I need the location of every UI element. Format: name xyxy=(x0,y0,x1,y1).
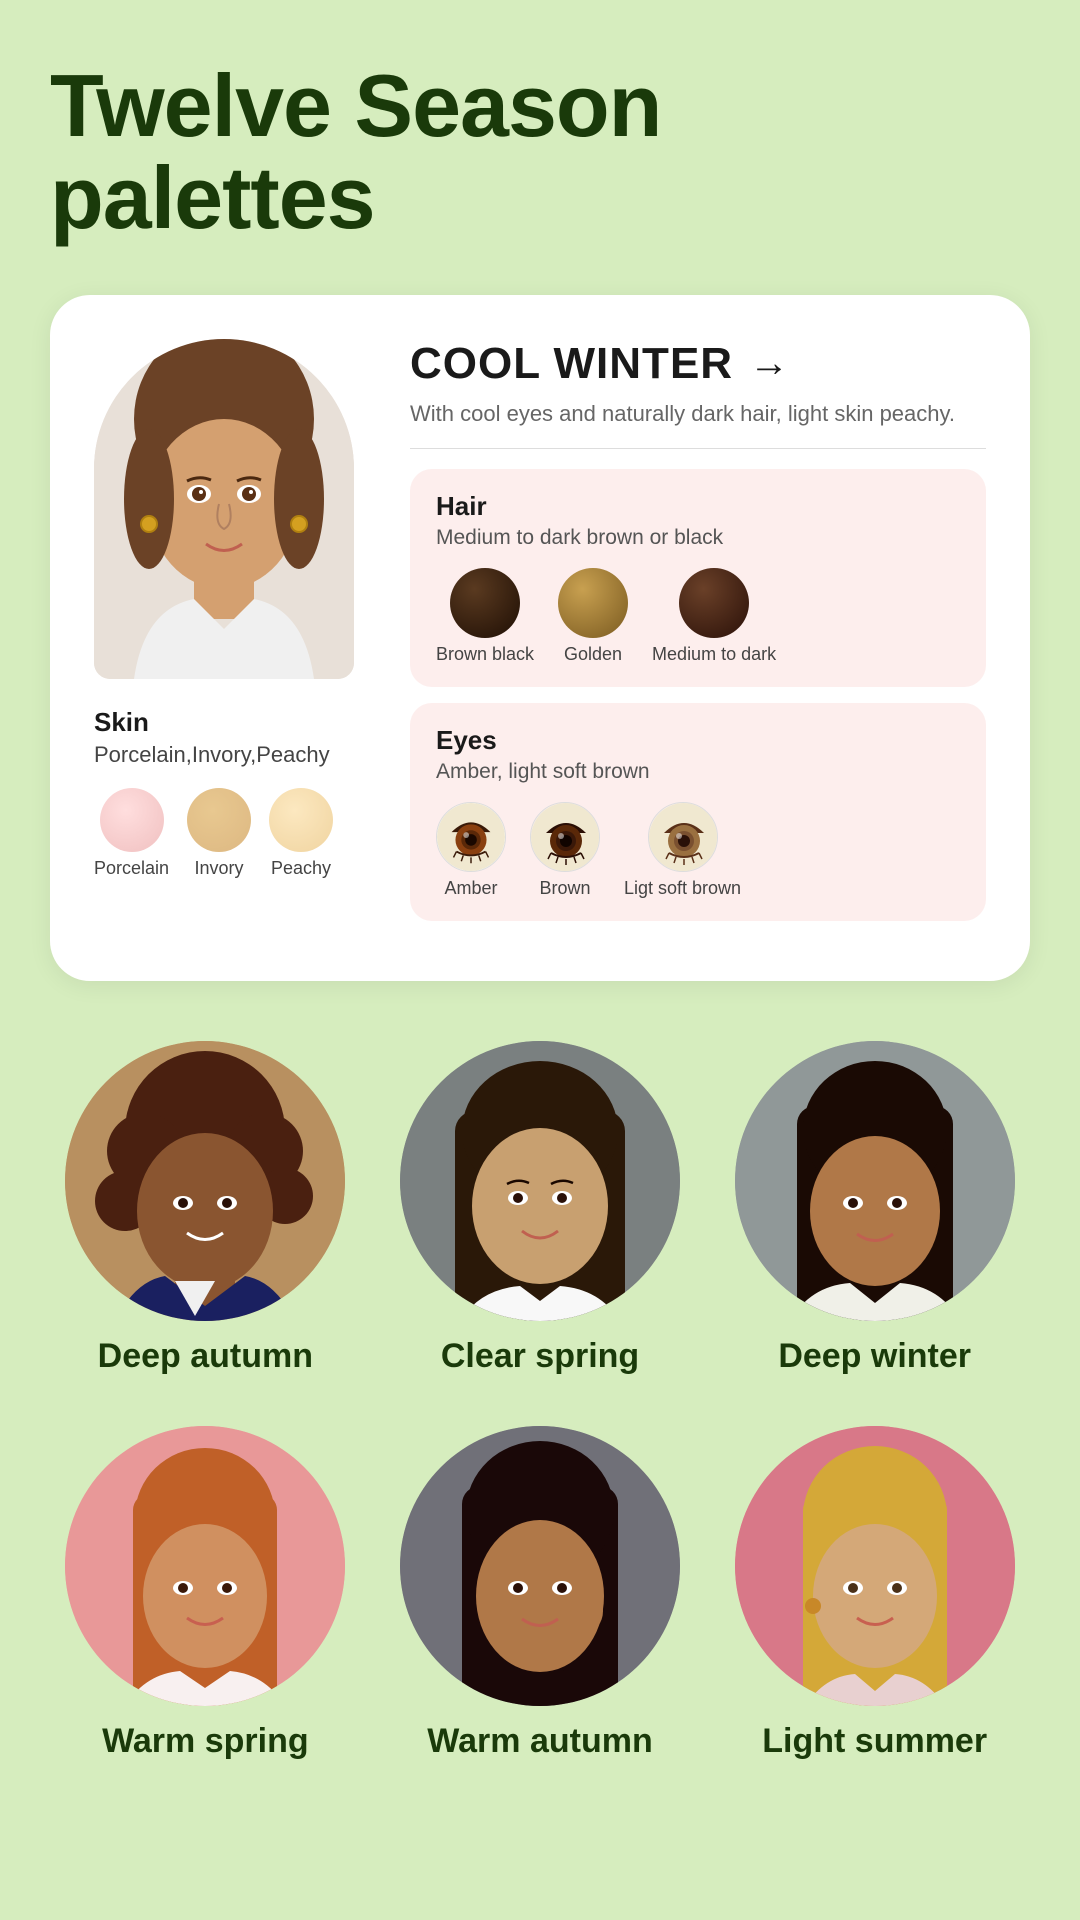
hair-swatches: Brown black Golden Medium to dark xyxy=(436,568,960,665)
person-photo xyxy=(94,339,354,679)
hair-sublabel: Medium to dark brown or black xyxy=(436,526,960,550)
hair-label: Hair xyxy=(436,491,960,522)
portrait-circle-clear-spring xyxy=(400,1041,680,1321)
divider xyxy=(410,448,986,449)
eye-name-amber: Amber xyxy=(444,878,497,899)
hair-swatch-medium-dark: Medium to dark xyxy=(652,568,776,665)
swatch-porcelain: Porcelain xyxy=(94,788,169,879)
portrait-grid-row1: Deep autumn xyxy=(50,1041,1030,1376)
season-card: Skin Porcelain,Invory,Peachy Porcelain I… xyxy=(50,295,1030,981)
eye-color-amber xyxy=(436,802,506,872)
eye-swatch-amber: Amber xyxy=(436,802,506,899)
swatch-color-invory xyxy=(187,788,251,852)
hair-name-brown-black: Brown black xyxy=(436,644,534,665)
skin-swatches: Porcelain Invory Peachy xyxy=(94,788,333,879)
swatch-name-peachy: Peachy xyxy=(271,858,331,879)
hair-color-golden xyxy=(558,568,628,638)
portrait-circle-deep-autumn xyxy=(65,1041,345,1321)
portrait-warm-spring[interactable]: Warm spring xyxy=(50,1426,361,1761)
eye-color-light-soft-brown xyxy=(648,802,718,872)
portrait-circle-warm-autumn xyxy=(400,1426,680,1706)
eyes-label: Eyes xyxy=(436,725,960,756)
page: Twelve Season palettes xyxy=(0,0,1080,1920)
eye-name-brown: Brown xyxy=(539,878,590,899)
portrait-label-warm-spring: Warm spring xyxy=(102,1722,309,1761)
season-description: With cool eyes and naturally dark hair, … xyxy=(410,399,986,430)
portrait-circle-light-summer xyxy=(735,1426,1015,1706)
hair-name-medium-dark: Medium to dark xyxy=(652,644,776,665)
swatch-invory: Invory xyxy=(187,788,251,879)
hair-color-brown-black xyxy=(450,568,520,638)
portrait-light-summer[interactable]: Light summer xyxy=(719,1426,1030,1761)
swatch-name-invory: Invory xyxy=(195,858,244,879)
eyes-swatches: Amber xyxy=(436,802,960,899)
skin-sublabel: Porcelain,Invory,Peachy xyxy=(94,742,330,768)
arrow-right-icon[interactable]: → xyxy=(749,341,789,386)
portrait-label-warm-autumn: Warm autumn xyxy=(427,1722,652,1761)
eye-swatch-light-soft-brown: Ligt soft brown xyxy=(624,802,741,899)
portrait-deep-winter[interactable]: Deep winter xyxy=(719,1041,1030,1376)
hair-swatch-golden: Golden xyxy=(558,568,628,665)
swatch-peachy: Peachy xyxy=(269,788,333,879)
portrait-warm-autumn[interactable]: Warm autumn xyxy=(385,1426,696,1761)
eye-swatch-brown: Brown xyxy=(530,802,600,899)
hair-color-medium-dark xyxy=(679,568,749,638)
swatch-name-porcelain: Porcelain xyxy=(94,858,169,879)
swatch-color-peachy xyxy=(269,788,333,852)
portrait-circle-warm-spring xyxy=(65,1426,345,1706)
portrait-label-deep-winter: Deep winter xyxy=(778,1337,971,1376)
eyes-box: Eyes Amber, light soft brown xyxy=(410,703,986,921)
eye-color-brown xyxy=(530,802,600,872)
portrait-clear-spring[interactable]: Clear spring xyxy=(385,1041,696,1376)
eye-name-light-soft-brown: Ligt soft brown xyxy=(624,878,741,899)
portrait-circle-deep-winter xyxy=(735,1041,1015,1321)
card-right: COOL WINTER → With cool eyes and natural… xyxy=(410,339,986,937)
eyes-sublabel: Amber, light soft brown xyxy=(436,760,960,784)
hair-name-golden: Golden xyxy=(564,644,622,665)
page-title: Twelve Season palettes xyxy=(50,60,1030,245)
season-header[interactable]: COOL WINTER → xyxy=(410,339,986,389)
hair-box: Hair Medium to dark brown or black Brown… xyxy=(410,469,986,687)
portrait-label-clear-spring: Clear spring xyxy=(441,1337,639,1376)
portrait-deep-autumn[interactable]: Deep autumn xyxy=(50,1041,361,1376)
skin-label: Skin xyxy=(94,707,149,738)
swatch-color-porcelain xyxy=(100,788,164,852)
card-left: Skin Porcelain,Invory,Peachy Porcelain I… xyxy=(94,339,374,937)
season-name: COOL WINTER xyxy=(410,339,733,389)
portrait-grid-row2: Warm spring xyxy=(50,1426,1030,1761)
portrait-label-light-summer: Light summer xyxy=(762,1722,987,1761)
hair-swatch-brown-black: Brown black xyxy=(436,568,534,665)
portrait-label-deep-autumn: Deep autumn xyxy=(98,1337,313,1376)
